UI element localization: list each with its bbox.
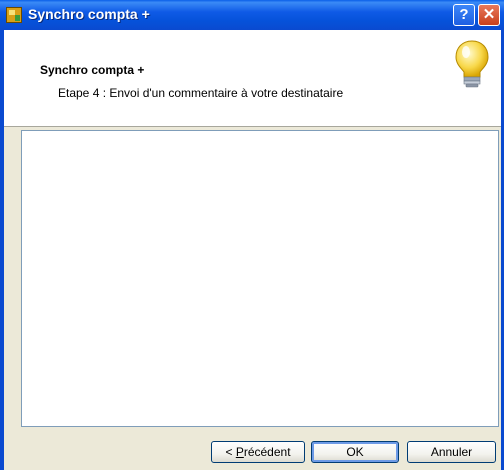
app-icon	[6, 7, 22, 23]
title-bar[interactable]: Synchro compta + ? ✕	[0, 0, 504, 30]
cancel-button[interactable]: Annuler	[407, 441, 496, 463]
previous-button-accesskey: P	[235, 445, 244, 459]
wizard-step: Etape 4 : Envoi d'un commentaire à votre…	[58, 86, 344, 100]
wizard-header: Synchro compta + Etape 4 : Envoi d'un co…	[0, 30, 504, 127]
comment-textarea[interactable]	[21, 130, 499, 427]
help-button[interactable]: ?	[453, 4, 475, 26]
previous-button-label: récédent	[243, 445, 291, 459]
previous-button-prefix: <	[225, 445, 236, 459]
window-title: Synchro compta +	[28, 6, 150, 22]
lightbulb-icon	[455, 40, 489, 88]
wizard-title: Synchro compta +	[40, 63, 145, 77]
ok-button[interactable]: OK	[311, 441, 399, 463]
previous-button[interactable]: < Précédent	[211, 441, 305, 463]
window-left-border	[0, 30, 4, 470]
close-button[interactable]: ✕	[478, 4, 500, 26]
